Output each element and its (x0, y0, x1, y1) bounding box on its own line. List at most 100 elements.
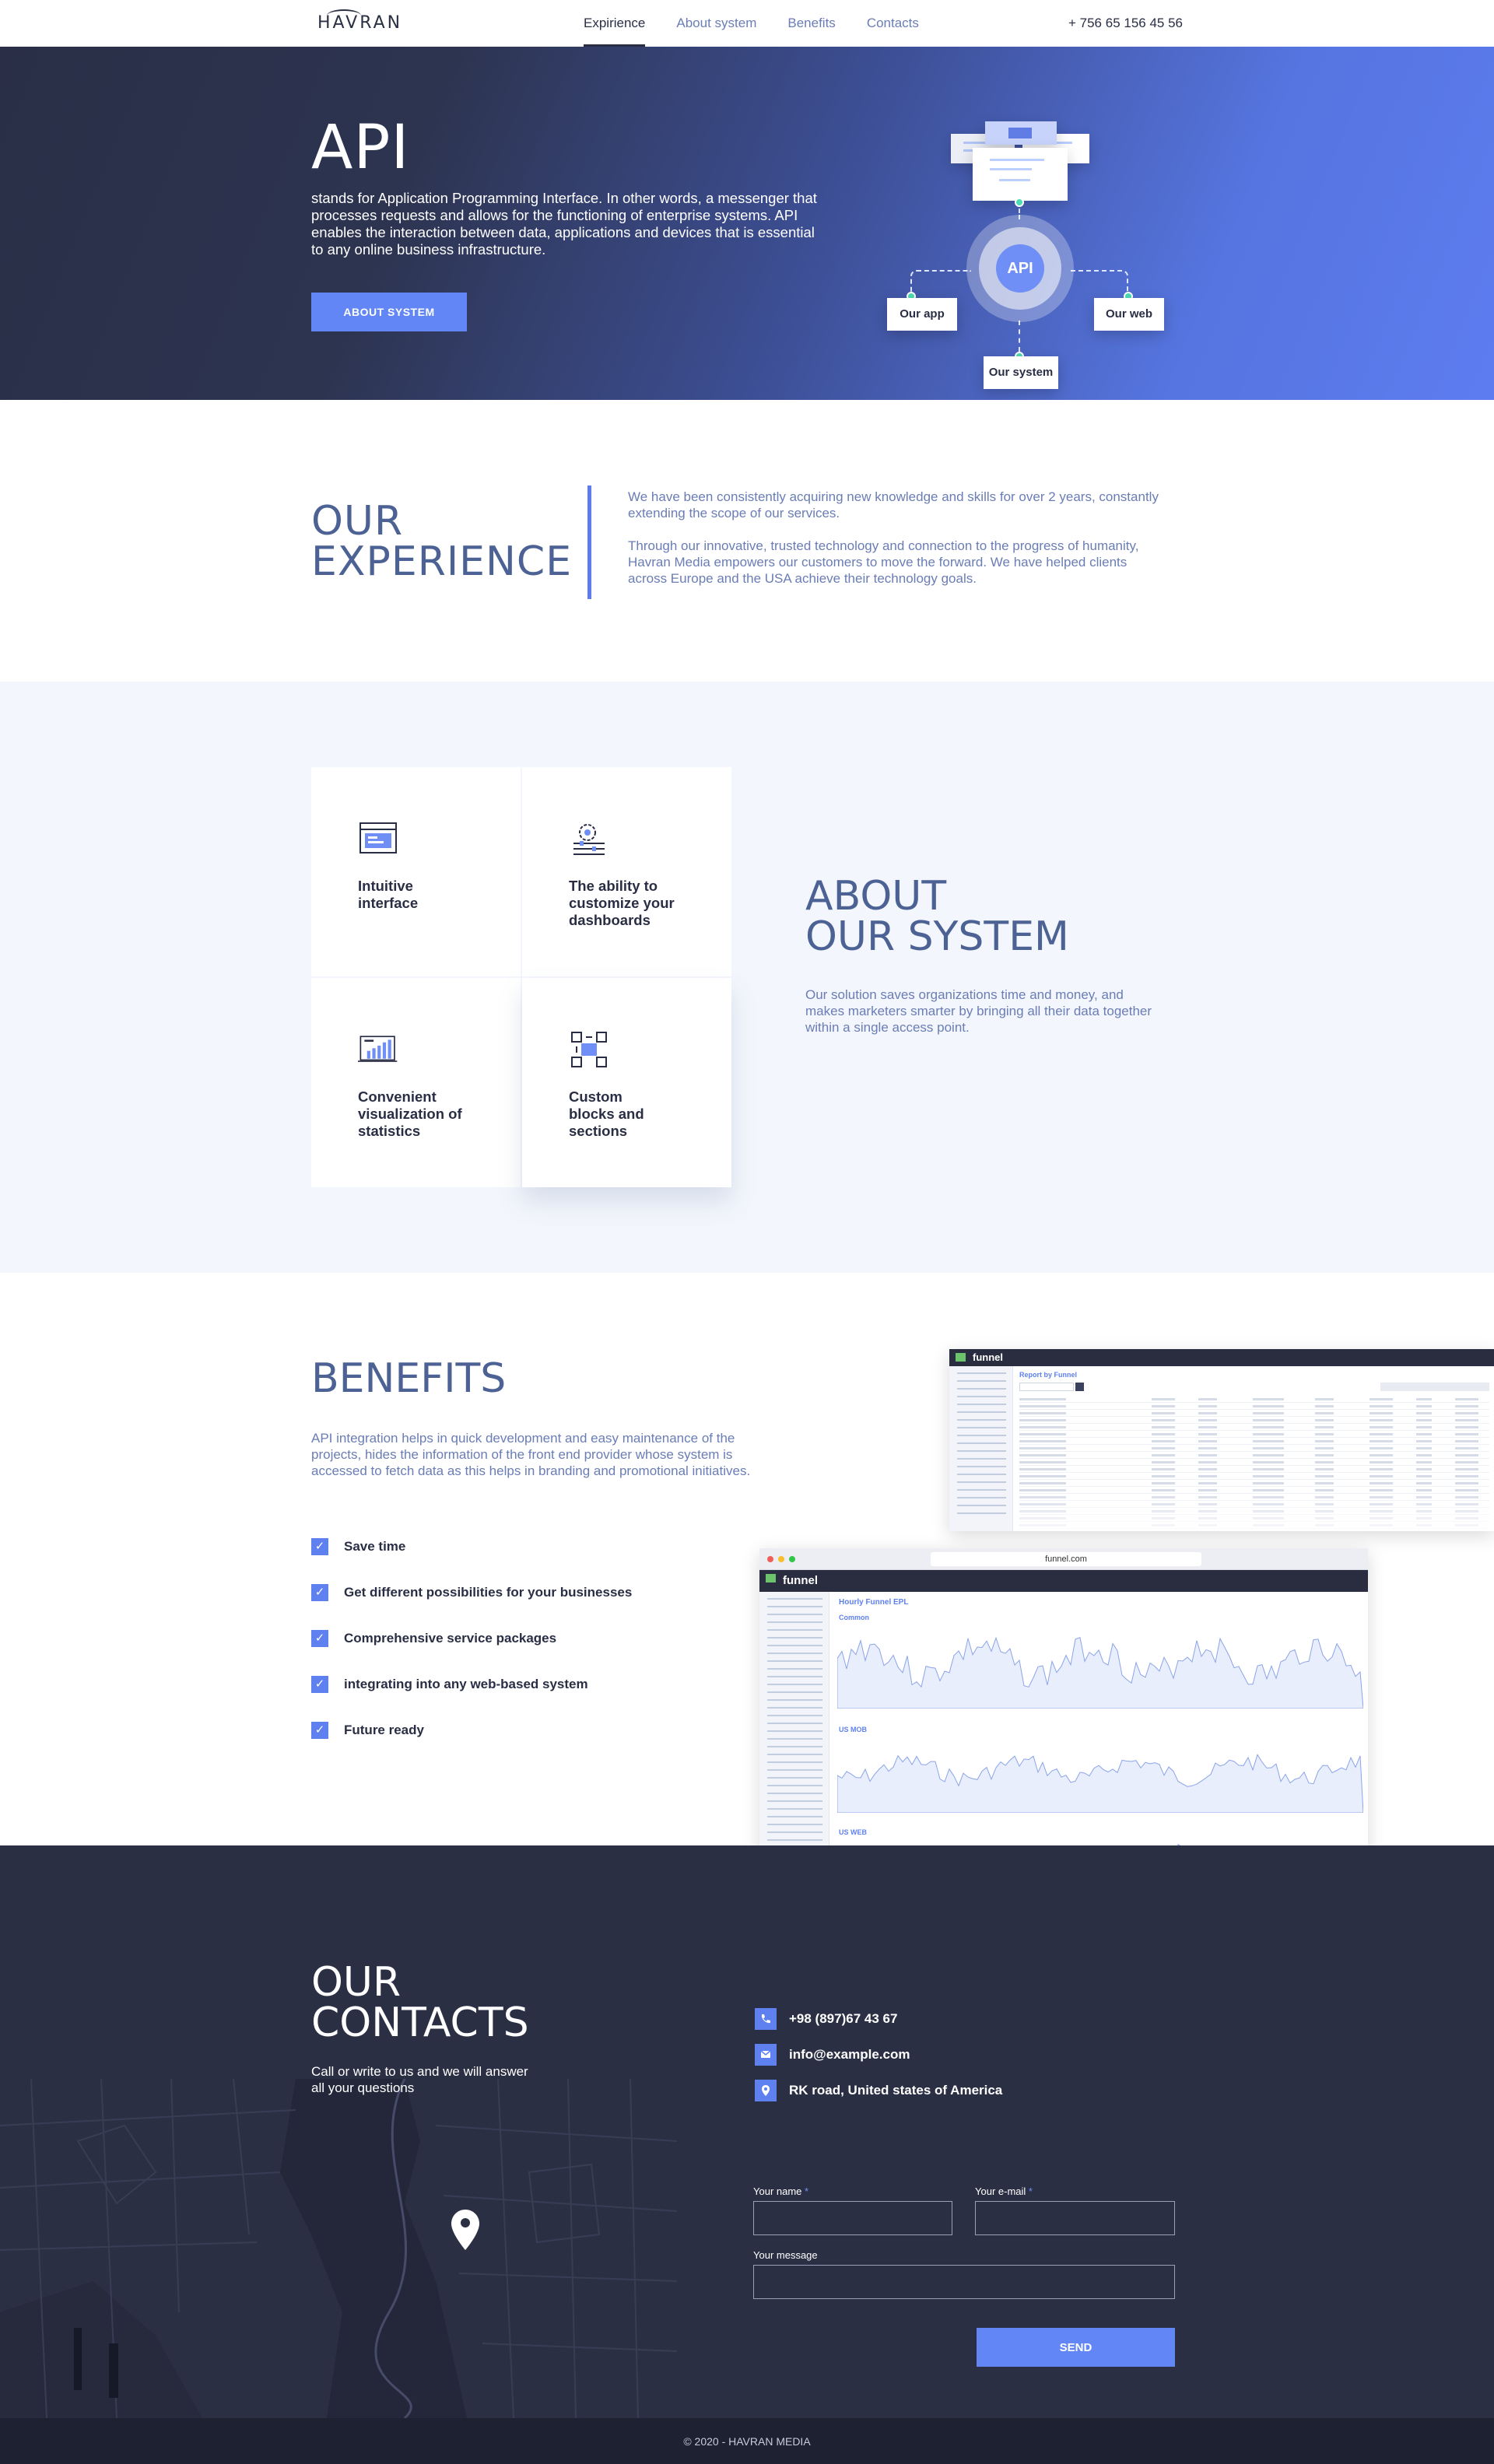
experience-title-line1: OUR (311, 498, 404, 545)
experience-title-line2: EXPERIENCE (311, 538, 573, 585)
chart-label-us-web: US WEB (839, 1828, 867, 1836)
table-row (1019, 1494, 1489, 1501)
logo[interactable]: HAVRAN (317, 9, 402, 36)
nav-item-experience[interactable]: Expirience (584, 0, 646, 47)
nav-item-contacts[interactable]: Contacts (867, 0, 919, 47)
window-close-icon[interactable] (767, 1556, 773, 1562)
hero-title: API (311, 113, 410, 183)
feature-title: The ability to customize your dashboards (569, 878, 675, 928)
email-input[interactable] (975, 2201, 1175, 2235)
contacts-section: OUR CONTACTS Call or write to us and we … (0, 1845, 1494, 2418)
hero-section: API stands for Application Programming I… (0, 47, 1494, 400)
experience-paragraph-2: Through our innovative, trusted technolo… (628, 538, 1139, 586)
checkbox-icon: ✓ (311, 1675, 328, 1693)
table-row (1019, 1396, 1489, 1403)
feature-card-statistics: Convenient visualization of statistics (311, 978, 521, 1187)
contact-details: +98 (897)67 43 67 info@example.com RK ro… (755, 2001, 1002, 2108)
window-minimize-icon[interactable] (778, 1556, 784, 1562)
benefits-text: API integration helps in quick developme… (311, 1431, 751, 1478)
about-title-line2: OUR SYSTEM (805, 913, 1069, 960)
feature-card-dashboards: The ability to customize your dashboards (522, 767, 731, 976)
doc-card-top (985, 121, 1057, 145)
chart-us-mob (837, 1754, 1363, 1813)
app-topbar: funnel (949, 1349, 1494, 1366)
chart-heading: Hourly Funnel EPL (839, 1598, 909, 1607)
main-nav: Expirience About system Benefits Contact… (584, 0, 919, 47)
email-label: Your e-mail * (975, 2185, 1033, 2197)
about-title: ABOUT OUR SYSTEM (805, 876, 1069, 957)
message-input[interactable] (753, 2265, 1175, 2299)
chart-label-common: Common (839, 1614, 869, 1621)
about-title-line1: ABOUT (805, 873, 947, 920)
name-input[interactable] (753, 2201, 952, 2235)
table-row (1019, 1466, 1489, 1473)
table-row (1019, 1438, 1489, 1445)
checkbox-icon: ✓ (311, 1537, 328, 1555)
diagram-label-our-app: Our app (887, 298, 957, 331)
feature-card-blocks: Custom blocks and sections (522, 978, 731, 1187)
hero-description: stands for Application Programming Inter… (311, 190, 817, 258)
diagram-label-our-web: Our web (1094, 298, 1164, 331)
table-row (1019, 1501, 1489, 1508)
contacts-title: OUR CONTACTS (311, 1962, 529, 2043)
connector-left (910, 270, 971, 293)
phone-icon (755, 2008, 777, 2030)
app-sidebar (949, 1366, 1013, 1531)
table-row (1019, 1403, 1489, 1410)
location-icon (755, 2080, 777, 2101)
api-center-label: API (996, 244, 1044, 293)
about-system-button[interactable]: ABOUT SYSTEM (311, 293, 467, 331)
contact-email[interactable]: info@example.com (755, 2037, 1002, 2073)
about-section: Intuitive interface The ability to custo… (0, 682, 1494, 1273)
features-grid: Intuitive interface The ability to custo… (311, 767, 731, 1187)
report-toolbar (1019, 1382, 1489, 1393)
chart-label-us-mob: US MOB (839, 1726, 867, 1733)
node-dot-top (1015, 198, 1024, 207)
experience-text: We have been consistently acquiring new … (628, 489, 1165, 603)
copyright-text: © 2020 - HAVRAN MEDIA (683, 2435, 811, 2448)
table-row (1019, 1445, 1489, 1452)
feature-title: Custom blocks and sections (569, 1088, 644, 1139)
connector-right (1071, 270, 1128, 293)
send-button[interactable]: SEND (977, 2328, 1175, 2367)
checkbox-icon: ✓ (311, 1583, 328, 1601)
nav-item-about[interactable]: About system (676, 0, 756, 47)
mail-icon (755, 2044, 777, 2066)
contact-phone[interactable]: +98 (897)67 43 67 (755, 2001, 1002, 2037)
contact-address[interactable]: RK road, United states of America (755, 2073, 1002, 2108)
site-header: HAVRAN Expirience About system Benefits … (0, 0, 1494, 47)
browser-toolbar: funnel.com (759, 1548, 1368, 1570)
browser-url-bar[interactable]: funnel.com (931, 1552, 1201, 1566)
table-row (1019, 1417, 1489, 1424)
table-row (1019, 1522, 1489, 1529)
table-row (1019, 1459, 1489, 1466)
screenshot-report-table: funnel Report by Funnel (949, 1349, 1494, 1531)
experience-section: OUR EXPERIENCE We have been consistently… (0, 400, 1494, 682)
feature-card-interface: Intuitive interface (311, 767, 521, 976)
window-maximize-icon[interactable] (789, 1556, 795, 1562)
benefits-title: BENEFITS (311, 1355, 507, 1402)
table-row (1019, 1515, 1489, 1522)
experience-divider (587, 485, 591, 599)
blocks-grid-icon (571, 1032, 607, 1067)
chart-common (837, 1636, 1363, 1709)
api-diagram: API Our app Our web Our system (875, 81, 1164, 392)
contacts-title-line1: OUR (311, 1959, 402, 2006)
message-label: Your message (753, 2249, 818, 2261)
table-row (1019, 1410, 1489, 1417)
table-row (1019, 1473, 1489, 1480)
report-heading: Report by Funnel (1019, 1371, 1077, 1379)
diagram-label-our-system: Our system (984, 356, 1058, 389)
table-row (1019, 1508, 1489, 1515)
nav-item-benefits[interactable]: Benefits (787, 0, 835, 47)
bar-chart-icon (358, 1036, 398, 1062)
checkbox-icon: ✓ (311, 1629, 328, 1647)
list-item: ✓ Comprehensive service packages (311, 1615, 632, 1661)
report-table (949, 1396, 1494, 1529)
list-item: ✓ Future ready (311, 1707, 632, 1753)
table-row (1019, 1480, 1489, 1487)
contacts-text: Call or write to us and we will answer a… (311, 2064, 528, 2095)
table-row (1019, 1431, 1489, 1438)
checkbox-icon: ✓ (311, 1721, 328, 1739)
header-phone[interactable]: + 756 65 156 45 56 (1068, 0, 1183, 47)
